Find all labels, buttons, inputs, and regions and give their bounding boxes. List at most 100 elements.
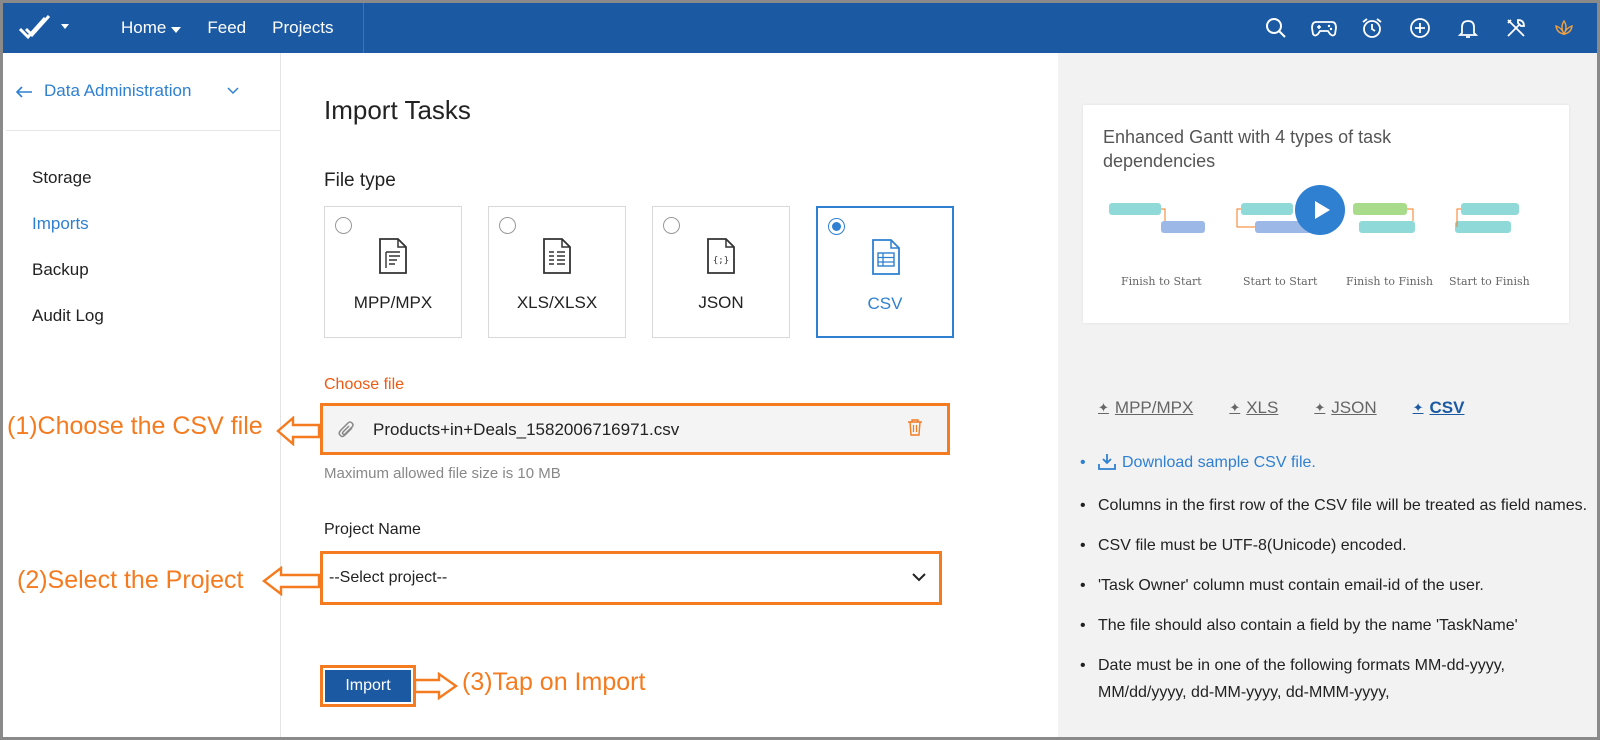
file-type-caption: MPP/MPX [353,293,433,312]
annotation-arrow-left-icon [276,416,321,446]
csv-file-icon [871,238,901,281]
sidebar-item-storage[interactable]: Storage [6,155,280,201]
file-type-xls[interactable]: XLS/XLSX [488,206,626,338]
app-frame: Home Feed Projects Data Administration S… [0,0,1600,740]
alarm-clock-icon[interactable] [1359,15,1385,41]
sidebar-item-label: Backup [32,260,89,279]
file-type-json[interactable]: {;} JSON [652,206,790,338]
lotus-icon[interactable] [1551,15,1577,41]
rule-item: The file should also contain a field by … [1080,612,1590,639]
tools-icon[interactable] [1503,15,1529,41]
file-input[interactable]: Products+in+Deals_1582006716971.csv [320,403,950,455]
json-file-icon: {;} [706,237,736,280]
caret-down-icon [171,18,182,38]
max-size-note: Maximum allowed file size is 10 MB [324,465,561,482]
file-type-csv[interactable]: CSV [816,206,954,338]
annotation-arrow-left-icon [262,566,321,596]
nav-projects-label: Projects [272,18,334,37]
radio-button[interactable] [663,217,680,234]
back-arrow-icon[interactable] [15,83,33,104]
sparkle-icon: ✦ [1098,400,1109,415]
nav-home-label: Home [121,18,167,37]
paperclip-icon [337,420,357,445]
csv-rules-list: Download sample CSV file. Columns in the… [1080,449,1590,719]
sidebar: Data Administration Storage Imports Back… [6,53,281,737]
format-tab-label: CSV [1429,398,1465,417]
format-tabs: ✦ MPP/MPX ✦ XLS ✦ JSON ✦ CSV [1098,398,1464,418]
radio-button[interactable] [335,217,352,234]
project-select-value: --Select project-- [329,569,448,586]
download-sample-link[interactable]: Download sample CSV file. [1080,449,1590,479]
project-name-label: Project Name [324,521,421,538]
format-tab-label: JSON [1331,398,1377,417]
file-type-label: File type [324,170,396,191]
top-bar: Home Feed Projects [3,3,1597,53]
import-button-highlight: Import [320,665,416,707]
rule-item: 'Task Owner' column must contain email-i… [1080,572,1590,599]
annotation-arrow-right-icon [413,672,459,700]
main-content: Import Tasks File type MPP/MPX XLS/XLSX [282,53,1058,737]
search-icon[interactable] [1263,15,1289,41]
top-icons [1263,3,1577,53]
chevron-down-icon [911,570,927,588]
format-tab-csv[interactable]: ✦ CSV [1413,398,1465,418]
radio-button-selected[interactable] [828,218,845,235]
help-panel: Enhanced Gantt with 4 types of task depe… [1058,53,1597,737]
sidebar-title: Data Administration [44,81,192,100]
page-title: Import Tasks [324,95,471,125]
app-logo[interactable] [17,12,77,44]
nav-home[interactable]: Home [121,18,182,38]
dependency-caption: Finish to Finish [1346,275,1434,288]
sidebar-item-label: Imports [32,214,89,233]
sidebar-item-label: Audit Log [32,306,104,325]
nav-feed-label: Feed [207,18,247,37]
sparkle-icon: ✦ [1314,400,1326,415]
chevron-down-icon[interactable] [226,83,240,101]
file-type-caption: JSON [698,293,744,312]
sparkle-icon: ✦ [1229,400,1241,415]
radio-button[interactable] [499,217,516,234]
gamepad-icon[interactable] [1311,15,1337,41]
file-type-options: MPP/MPX XLS/XLSX {;} JSON CSV [324,206,954,338]
format-tab-mpp[interactable]: ✦ MPP/MPX [1098,398,1193,418]
download-icon [1098,452,1116,479]
sparkle-icon: ✦ [1412,400,1424,415]
rule-item: CSV file must be UTF-8(Unicode) encoded. [1080,532,1590,559]
format-tab-label: XLS [1246,398,1279,417]
project-select[interactable]: --Select project-- [320,551,942,605]
xls-file-icon [542,237,572,280]
promo-title: Enhanced Gantt with 4 types of task depe… [1103,127,1392,171]
nav-divider [363,3,364,53]
sidebar-header[interactable]: Data Administration [6,53,280,131]
mpp-file-icon [378,237,408,280]
sidebar-item-audit-log[interactable]: Audit Log [6,293,280,339]
download-link-text: Download sample CSV file. [1122,454,1316,471]
annotation-step-1: (1)Choose the CSV file [7,412,263,440]
file-name: Products+in+Deals_1582006716971.csv [373,420,680,439]
import-button[interactable]: Import [325,670,411,702]
annotation-step-2: (2)Select the Project [17,566,244,594]
nav-feed[interactable]: Feed [207,18,246,38]
bell-icon[interactable] [1455,15,1481,41]
format-tab-label: MPP/MPX [1114,398,1194,417]
sidebar-item-imports[interactable]: Imports [6,201,280,247]
format-tab-json[interactable]: ✦ JSON [1314,398,1376,418]
dependency-caption: Finish to Start [1121,275,1202,288]
rule-item: Date must be in one of the following for… [1080,652,1590,706]
file-type-mpp[interactable]: MPP/MPX [324,206,462,338]
play-video-button[interactable] [1295,185,1345,235]
add-circle-icon[interactable] [1407,15,1433,41]
main-nav: Home Feed Projects [121,3,334,53]
choose-file-label: Choose file [324,376,405,393]
trash-icon[interactable] [907,418,923,441]
format-tab-xls[interactable]: ✦ XLS [1229,398,1278,418]
dependency-caption: Start to Start [1243,275,1318,288]
gantt-promo-card: Enhanced Gantt with 4 types of task depe… [1083,105,1569,323]
sidebar-item-label: Storage [32,168,92,187]
nav-projects[interactable]: Projects [272,18,333,38]
annotation-step-3: (3)Tap on Import [462,668,646,696]
svg-text:{;}: {;} [713,256,729,266]
sidebar-list: Storage Imports Backup Audit Log [6,131,280,339]
sidebar-item-backup[interactable]: Backup [6,247,280,293]
dependency-caption: Start to Finish [1449,275,1530,288]
